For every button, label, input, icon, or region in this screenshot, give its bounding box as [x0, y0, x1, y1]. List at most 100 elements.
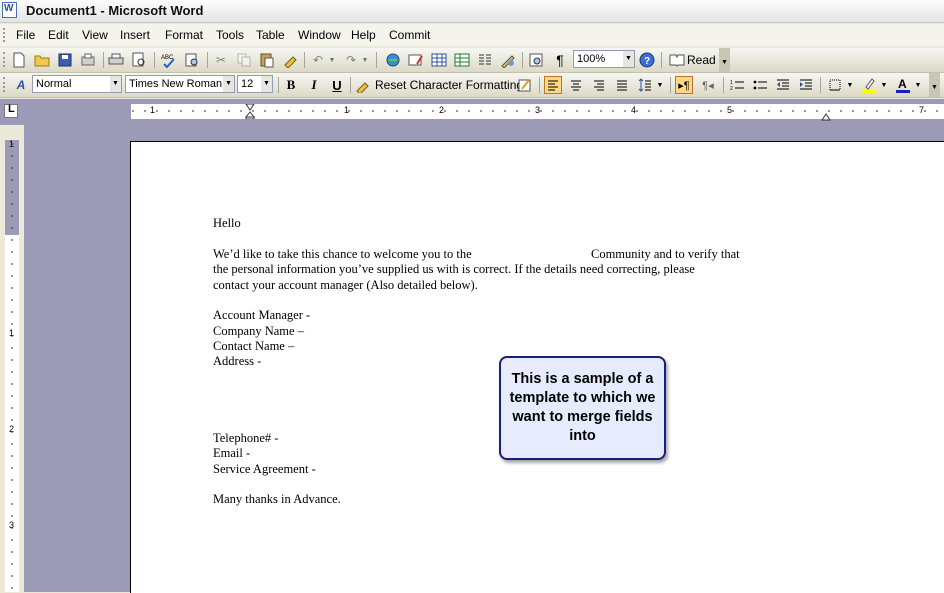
- insert-excel-icon[interactable]: [453, 51, 471, 69]
- cut-icon[interactable]: ✂: [212, 51, 230, 69]
- vruler-number: 2: [9, 424, 15, 434]
- tables-borders-icon[interactable]: [407, 51, 425, 69]
- bold-button[interactable]: B: [282, 76, 300, 94]
- align-left-icon[interactable]: [544, 76, 562, 94]
- reset-character-formatting-button[interactable]: Reset Character Formatting: [375, 78, 523, 92]
- horizontal-ruler[interactable]: 1 1 2 3 4 5 7: [131, 103, 944, 122]
- insert-table-icon[interactable]: [430, 51, 448, 69]
- italic-button[interactable]: I: [305, 76, 323, 94]
- numbering-icon[interactable]: 12: [728, 76, 746, 94]
- closing-line: Many thanks in Advance.: [213, 492, 341, 506]
- body-line: Community and to verify that: [591, 247, 740, 261]
- help-icon[interactable]: ?: [638, 51, 656, 69]
- permission-icon[interactable]: [79, 51, 97, 69]
- decrease-indent-icon[interactable]: [774, 76, 792, 94]
- columns-icon[interactable]: [476, 51, 494, 69]
- line-spacing-icon[interactable]: [636, 76, 654, 94]
- show-hide-pilcrow-icon[interactable]: ¶: [551, 51, 569, 69]
- style-value: Normal: [36, 78, 72, 90]
- menu-table[interactable]: Table: [256, 28, 285, 42]
- new-document-icon[interactable]: [10, 51, 28, 69]
- font-size-value: 12: [241, 78, 254, 90]
- zoom-box[interactable]: 100% ▼: [573, 50, 635, 68]
- print-icon[interactable]: [107, 51, 125, 69]
- undo-icon[interactable]: ↶: [309, 51, 327, 69]
- ruler-number: 5: [727, 105, 733, 115]
- line-spacing-dropdown-icon[interactable]: ▼: [655, 76, 665, 94]
- vertical-ruler[interactable]: 1 1 2 3: [5, 139, 19, 592]
- research-icon[interactable]: [183, 51, 201, 69]
- zoom-dropdown-icon[interactable]: ▼: [623, 51, 634, 67]
- font-size-dropdown-icon[interactable]: ▼: [261, 76, 272, 92]
- drawing-icon[interactable]: [499, 51, 517, 69]
- font-color-dropdown-icon[interactable]: ▼: [913, 76, 923, 94]
- save-icon[interactable]: [56, 51, 74, 69]
- menu-file[interactable]: File: [16, 28, 35, 42]
- format-painter-icon[interactable]: [281, 51, 299, 69]
- highlight-dropdown-icon[interactable]: ▼: [879, 76, 889, 94]
- menu-edit[interactable]: Edit: [48, 28, 69, 42]
- align-right-icon[interactable]: [590, 76, 608, 94]
- insert-hyperlink-icon[interactable]: [384, 51, 402, 69]
- style-dropdown-icon[interactable]: ▼: [110, 76, 121, 92]
- standard-toolbar-options[interactable]: ▼: [719, 48, 730, 72]
- redo-icon[interactable]: ↷: [342, 51, 360, 69]
- open-folder-icon[interactable]: [33, 51, 51, 69]
- menu-format[interactable]: Format: [165, 28, 203, 42]
- ruler-number: 3: [535, 105, 541, 115]
- spelling-grammar-icon[interactable]: ABC: [160, 51, 178, 69]
- justify-icon[interactable]: [613, 76, 631, 94]
- word-app-icon[interactable]: W: [2, 2, 17, 18]
- svg-text:A: A: [898, 77, 907, 91]
- menu-view[interactable]: View: [82, 28, 108, 42]
- body-line: contact your account manager (Also detai…: [213, 278, 478, 292]
- read-book-icon[interactable]: [668, 51, 686, 69]
- tab-selector[interactable]: L: [4, 103, 18, 118]
- styles-formatting-icon[interactable]: A: [12, 76, 30, 94]
- formatting-toolbar-options[interactable]: ▼: [929, 73, 940, 97]
- ltr-paragraph-icon[interactable]: ▸¶: [675, 76, 693, 94]
- borders-dropdown-icon[interactable]: ▼: [845, 76, 855, 94]
- annotation-callout: This is a sample of a template to which …: [499, 356, 666, 460]
- bullets-icon[interactable]: [751, 76, 769, 94]
- font-size-box[interactable]: 12 ▼: [237, 75, 273, 93]
- font-dropdown-icon[interactable]: ▼: [223, 76, 234, 92]
- menu-window[interactable]: Window: [298, 28, 341, 42]
- font-box[interactable]: Times New Roman ▼: [125, 75, 235, 93]
- field-account-manager: Account Manager -: [213, 308, 311, 322]
- font-color-icon[interactable]: A: [894, 76, 912, 94]
- toolbar-grip[interactable]: [3, 52, 8, 67]
- read-button[interactable]: Read: [687, 53, 716, 67]
- right-indent-marker[interactable]: [821, 110, 831, 124]
- print-preview-icon[interactable]: [130, 51, 148, 69]
- menu-commit[interactable]: Commit: [389, 28, 430, 42]
- callout-text: This is a sample of a template to which …: [509, 371, 656, 444]
- zoom-value: 100%: [577, 53, 606, 65]
- increase-indent-icon[interactable]: [797, 76, 815, 94]
- menu-help[interactable]: Help: [351, 28, 376, 42]
- undo-dropdown-icon[interactable]: ▼: [327, 51, 337, 69]
- align-center-icon[interactable]: [567, 76, 585, 94]
- menu-bar: File Edit View Insert Format Tools Table…: [0, 24, 944, 46]
- redo-dropdown-icon[interactable]: ▼: [360, 51, 370, 69]
- first-line-indent-marker[interactable]: [244, 103, 256, 122]
- edit-pencil-icon[interactable]: [516, 76, 534, 94]
- body-line: We’d like to take this chance to welcome…: [213, 247, 472, 261]
- ruler-number: 1: [344, 105, 350, 115]
- underline-button[interactable]: U: [328, 76, 346, 94]
- copy-icon[interactable]: [235, 51, 253, 69]
- rtl-paragraph-icon[interactable]: ¶◂: [699, 76, 717, 94]
- toolbar-grip[interactable]: [3, 77, 8, 92]
- field-email: Email -: [213, 446, 251, 460]
- vruler-number: 1: [9, 328, 15, 338]
- menu-insert[interactable]: Insert: [120, 28, 150, 42]
- highlight-icon[interactable]: [860, 76, 878, 94]
- borders-icon[interactable]: [826, 76, 844, 94]
- paste-icon[interactable]: [258, 51, 276, 69]
- reset-formatting-brush-icon[interactable]: [354, 76, 372, 94]
- svg-text:2: 2: [730, 86, 733, 91]
- menu-tools[interactable]: Tools: [216, 28, 244, 42]
- document-map-icon[interactable]: [527, 51, 545, 69]
- style-box[interactable]: Normal ▼: [32, 75, 122, 93]
- menu-grip[interactable]: [3, 28, 8, 42]
